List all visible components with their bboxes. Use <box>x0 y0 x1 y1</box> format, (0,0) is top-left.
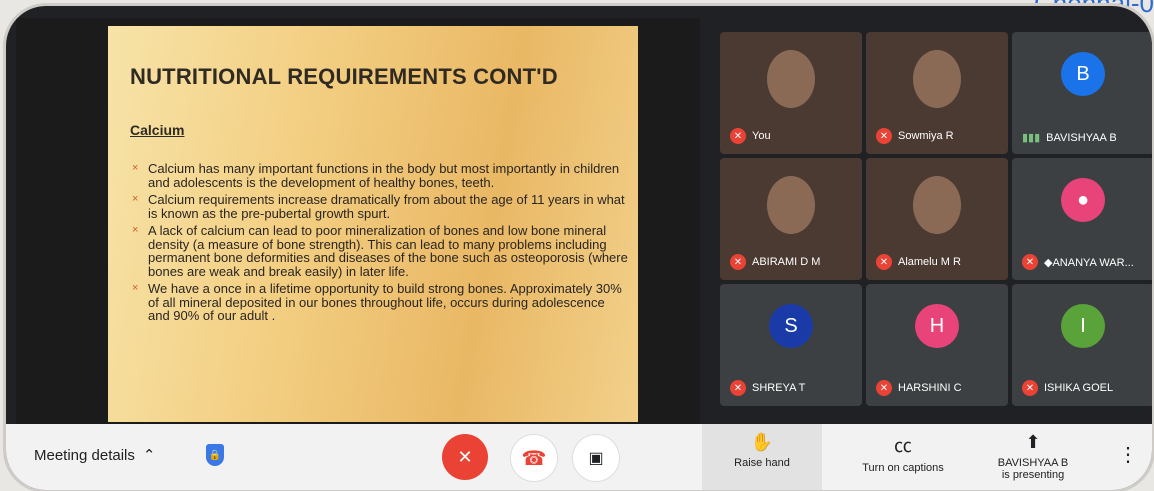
meeting-details-button[interactable]: Meeting details ⌃ <box>34 446 156 465</box>
meet-window: NUTRITIONAL REQUIREMENTS CONT'D Calcium … <box>6 6 1152 490</box>
mic-off-icon: ✕ <box>1022 380 1038 396</box>
chevron-up-icon: ⌃ <box>142 447 156 464</box>
participant-name: You <box>752 130 771 142</box>
participant-name: ISHIKA GOEL <box>1044 382 1114 394</box>
participant-grid: ✕ You ✕ Sowmiya R B ▮▮▮ BAVISHYAA B ✕ ABIRAM… <box>720 32 1152 422</box>
shield-icon[interactable]: 🔒 <box>206 444 224 466</box>
participant-name: ABIRAMI D M <box>752 256 821 268</box>
presenter-status: is presenting <box>1001 469 1065 481</box>
hand-icon: ✋ <box>750 432 774 452</box>
mic-off-icon: ✕ <box>1022 254 1038 270</box>
raise-hand-label: Raise hand <box>734 457 790 469</box>
participant-tile[interactable]: ✕ Alamelu M R <box>866 158 1008 280</box>
participant-name: BAVISHYAA B <box>1046 131 1117 144</box>
participant-tile[interactable]: ● ✕ ◆ANANYA WAR... <box>1012 158 1152 280</box>
participant-video <box>913 176 961 234</box>
slide-subtitle: Calcium <box>130 122 185 138</box>
participant-video <box>767 50 815 108</box>
participant-name: Alamelu M R <box>898 256 961 268</box>
bullet-list: Calcium has many important functions in … <box>130 162 628 327</box>
more-icon[interactable]: ⋮ <box>1118 442 1138 467</box>
participant-tile[interactable]: S ✕ SHREYA T <box>720 284 862 406</box>
participant-video <box>913 50 961 108</box>
camera-toggle-button[interactable]: ▣ <box>572 434 620 482</box>
participant-name: SHREYA T <box>752 382 806 394</box>
participant-tile[interactable]: ✕ ABIRAMI D M <box>720 158 862 280</box>
avatar: B <box>1061 52 1105 96</box>
participant-tile[interactable]: B ▮▮▮ BAVISHYAA B <box>1012 32 1152 154</box>
leave-call-button[interactable]: ☎ <box>510 434 558 482</box>
avatar: I <box>1061 304 1105 348</box>
mic-off-icon: ✕ <box>457 446 473 467</box>
captions-button[interactable]: ㏄ Turn on captions <box>848 432 958 474</box>
bullet-item: We have a once in a lifetime opportunity… <box>130 282 628 323</box>
slide: NUTRITIONAL REQUIREMENTS CONT'D Calcium … <box>108 26 638 422</box>
present-icon: ⬆ <box>1025 432 1041 452</box>
hangup-icon: ☎ <box>521 447 547 470</box>
speaking-icon: ▮▮▮ <box>1022 132 1041 144</box>
participant-tile[interactable]: ✕ You <box>720 32 862 154</box>
camera-icon: ▣ <box>588 450 604 467</box>
participant-name: ◆ANANYA WAR... <box>1044 256 1134 269</box>
participant-video <box>767 176 815 234</box>
presenting-button[interactable]: ⬆ BAVISHYAA B is presenting <box>988 432 1078 481</box>
captions-icon: ㏄ <box>894 436 912 456</box>
mic-off-icon: ✕ <box>730 128 746 144</box>
user-icon: ● <box>1061 178 1105 222</box>
mic-off-icon: ✕ <box>730 380 746 396</box>
presenter-name: BAVISHYAA B <box>997 457 1069 469</box>
captions-label: Turn on captions <box>862 462 944 474</box>
participant-tile[interactable]: I ✕ ISHIKA GOEL <box>1012 284 1152 406</box>
bullet-item: Calcium requirements increase dramatical… <box>130 193 628 220</box>
mic-off-icon: ✕ <box>876 380 892 396</box>
avatar: H <box>915 304 959 348</box>
control-bar: Meeting details ⌃ 🔒 ✕ ☎ ▣ ✋ Raise hand ㏄… <box>6 424 1152 490</box>
slide-title: NUTRITIONAL REQUIREMENTS CONT'D <box>130 64 558 89</box>
participant-tile[interactable]: H ✕ HARSHINI C <box>866 284 1008 406</box>
mic-off-icon: ✕ <box>876 128 892 144</box>
bullet-item: A lack of calcium can lead to poor miner… <box>130 224 628 278</box>
participant-tile[interactable]: ✕ Sowmiya R <box>866 32 1008 154</box>
participant-name: Sowmiya R <box>898 130 954 142</box>
presentation-area: NUTRITIONAL REQUIREMENTS CONT'D Calcium … <box>16 18 700 426</box>
raise-hand-button[interactable]: ✋ Raise hand <box>702 424 822 490</box>
participant-name: HARSHINI C <box>898 382 962 394</box>
mic-off-icon: ✕ <box>730 254 746 270</box>
avatar: S <box>769 304 813 348</box>
mic-off-icon: ✕ <box>876 254 892 270</box>
mic-toggle-button[interactable]: ✕ <box>442 434 488 480</box>
meeting-details-label: Meeting details <box>34 446 135 464</box>
bullet-item: Calcium has many important functions in … <box>130 162 628 189</box>
